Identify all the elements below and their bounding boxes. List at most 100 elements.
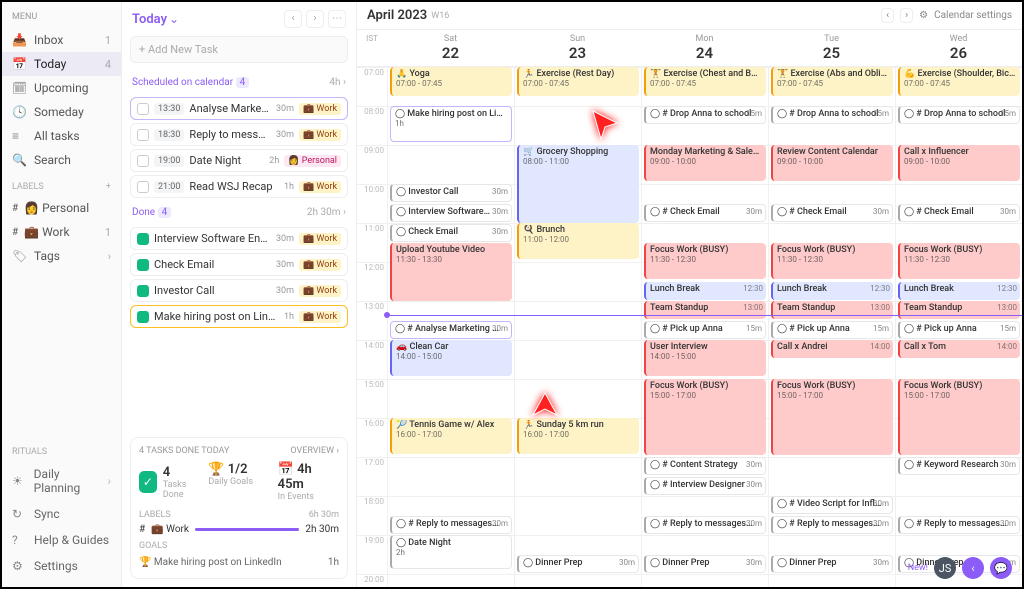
day-column[interactable]: 🙏 Yoga07:00 - 07:45 ◯ Make hiring post on… bbox=[387, 67, 514, 587]
calendar-event[interactable]: ◯ Make hiring post on LinkedIn1h bbox=[390, 106, 512, 142]
calendar-event[interactable]: ◯ # Drop Anna to school15m bbox=[644, 106, 766, 124]
calendar-event[interactable]: 🙏 Yoga07:00 - 07:45 bbox=[390, 67, 512, 96]
sidebar-item-upcoming[interactable]: 🗓Upcoming bbox=[2, 76, 121, 100]
calendar-event[interactable]: Upload Youtube Video11:30 - 13:30 bbox=[390, 243, 512, 301]
task-row[interactable]: 21:00Read WSJ Recap1h💼 Work bbox=[130, 175, 348, 198]
calendar-event[interactable]: ◯ # Pick up Anna15m bbox=[898, 321, 1020, 339]
prev-button[interactable]: ‹ bbox=[284, 10, 302, 28]
done-section[interactable]: Done 42h 30m › bbox=[122, 201, 356, 224]
task-row[interactable]: 13:30Analyse Marketing Reports30m💼 Work bbox=[130, 97, 348, 120]
sidebar-item-someday[interactable]: 🕓Someday bbox=[2, 100, 121, 124]
day-header[interactable]: Wed26 bbox=[895, 34, 1022, 62]
sidebar-item-inbox[interactable]: 📥Inbox1 bbox=[2, 28, 121, 52]
checkbox[interactable] bbox=[137, 181, 149, 193]
calendar-event[interactable]: ◯ # Analyse Marketing …30m bbox=[390, 321, 512, 339]
ritual-help---guides[interactable]: ?Help & Guides bbox=[2, 527, 121, 553]
calendar-event[interactable]: 🏃 Exercise (Rest Day)07:00 - 07:45 bbox=[517, 67, 639, 96]
checkbox[interactable] bbox=[137, 259, 149, 271]
calendar-event[interactable]: 🛒 Grocery Shopping08:00 - 11:00 bbox=[517, 145, 639, 223]
calendar-event[interactable]: ◯ # Check Email30m bbox=[644, 204, 766, 222]
checkbox[interactable] bbox=[137, 311, 149, 323]
checkbox[interactable] bbox=[137, 103, 149, 115]
fab-secondary[interactable]: JS bbox=[934, 557, 956, 579]
cal-next[interactable]: › bbox=[900, 8, 913, 23]
calendar-event[interactable]: ◯ # Reply to messages…30m bbox=[771, 516, 893, 534]
calendar-event[interactable]: Lunch Break12:30 bbox=[898, 282, 1020, 300]
checkbox[interactable] bbox=[137, 129, 149, 141]
calendar-event[interactable]: ◯ # Pick up Anna15m bbox=[644, 321, 766, 339]
task-row[interactable]: Make hiring post on LinkedIn1h💼 Work bbox=[130, 305, 348, 328]
calendar-event[interactable]: ◯ Interview Software…30m bbox=[390, 204, 512, 222]
calendar-event[interactable]: Focus Work (BUSY)11:30 - 12:30 bbox=[898, 243, 1020, 279]
overview-link[interactable]: OVERVIEW › bbox=[290, 446, 339, 456]
calendar-event[interactable]: Call x Andrei14:00 bbox=[771, 340, 893, 358]
calendar-event[interactable]: ◯ # Check Email30m bbox=[771, 204, 893, 222]
label-item[interactable]: #👩 Personal bbox=[2, 196, 121, 220]
calendar-event[interactable]: Team Standup13:00 bbox=[644, 301, 766, 319]
calendar-event[interactable]: ◯ # Interview Designer30m bbox=[644, 477, 766, 495]
calendar-event[interactable]: Call x Tom14:00 bbox=[898, 340, 1020, 358]
sidebar-item-all-tasks[interactable]: ≡All tasks bbox=[2, 124, 121, 148]
calendar-event[interactable]: Lunch Break12:30 bbox=[644, 282, 766, 300]
ritual-sync[interactable]: ↻Sync bbox=[2, 501, 121, 527]
calendar-event[interactable]: 🏋 Exercise (Abs and Obliques)07:00 - 07:… bbox=[771, 67, 893, 96]
day-column[interactable]: 🏋 Exercise (Abs and Obliques)07:00 - 07:… bbox=[768, 67, 895, 587]
fab-nav[interactable]: ‹ bbox=[962, 557, 984, 579]
label-item[interactable]: #💼 Work1 bbox=[2, 220, 121, 244]
day-header[interactable]: Sat22 bbox=[387, 34, 514, 62]
calendar-month[interactable]: April 2023 bbox=[367, 8, 427, 23]
calendar-event[interactable]: ◯ # Pick up Anna15m bbox=[771, 321, 893, 339]
calendar-event[interactable]: ◯ Check Email30m bbox=[390, 224, 512, 242]
tasklist-title[interactable]: Today bbox=[132, 12, 167, 27]
ritual-settings[interactable]: ⚙Settings bbox=[2, 553, 121, 579]
calendar-event[interactable]: Team Standup13:00 bbox=[898, 301, 1020, 319]
calendar-event[interactable]: ◯ # Reply to messages…30m bbox=[390, 516, 512, 534]
day-column[interactable]: 🏋 Exercise (Chest and Back)07:00 - 07:45… bbox=[641, 67, 768, 587]
calendar-event[interactable]: ◯ Dinner Prep30m bbox=[771, 555, 893, 573]
tags-item[interactable]: 🏷Tags› bbox=[2, 244, 121, 268]
day-header[interactable]: Tue25 bbox=[768, 34, 895, 62]
checkbox[interactable] bbox=[137, 233, 149, 245]
calendar-event[interactable]: Focus Work (BUSY)11:30 - 12:30 bbox=[644, 243, 766, 279]
day-header[interactable]: Sun23 bbox=[514, 34, 641, 62]
calendar-event[interactable]: ◯ # Drop Anna to school15m bbox=[898, 106, 1020, 124]
ritual-daily-planning[interactable]: ☀Daily Planning› bbox=[2, 461, 121, 501]
calendar-event[interactable]: ◯ # Keyword Research30m bbox=[898, 457, 1020, 475]
calendar-event[interactable]: Team Standup13:00 bbox=[771, 301, 893, 319]
sidebar-item-search[interactable]: 🔍Search bbox=[2, 148, 121, 172]
next-button[interactable]: › bbox=[306, 10, 324, 28]
calendar-event[interactable]: 🏃 Sunday 5 km run16:00 - 17:00 bbox=[517, 418, 639, 454]
task-row[interactable]: Check Email30m💼 Work bbox=[130, 253, 348, 276]
scheduled-section[interactable]: Scheduled on calendar 44h › bbox=[122, 71, 356, 94]
gear-icon[interactable]: ⚙ bbox=[919, 10, 928, 21]
calendar-event[interactable]: ◯ Dinner Prep30m bbox=[644, 555, 766, 573]
new-badge[interactable]: New! bbox=[908, 563, 928, 573]
calendar-event[interactable]: 🎾 Tennis Game w/ Alex16:00 - 17:00 bbox=[390, 418, 512, 454]
day-column[interactable]: 💪 Exercise (Shoulder, Biceps and Legs)07… bbox=[895, 67, 1022, 587]
calendar-event[interactable]: 💪 Exercise (Shoulder, Biceps and Legs)07… bbox=[898, 67, 1020, 96]
calendar-settings-link[interactable]: Calendar settings bbox=[934, 10, 1012, 21]
task-row[interactable]: 18:30Reply to messages (Slack, Email)30m… bbox=[130, 123, 348, 146]
calendar-event[interactable]: Focus Work (BUSY)11:30 - 12:30 bbox=[771, 243, 893, 279]
calendar-event[interactable]: Focus Work (BUSY)15:00 - 17:00 bbox=[898, 379, 1020, 455]
calendar-event[interactable]: ◯ # Check Email30m bbox=[898, 204, 1020, 222]
calendar-event[interactable]: Focus Work (BUSY)15:00 - 17:00 bbox=[771, 379, 893, 455]
calendar-event[interactable]: ◯ # Drop Anna to school15m bbox=[771, 106, 893, 124]
calendar-event[interactable]: Call x Influencer09:00 - 10:00 bbox=[898, 145, 1020, 181]
calendar-event[interactable]: Monday Marketing & Sales Meeting09:00 - … bbox=[644, 145, 766, 181]
calendar-event[interactable]: ◯ Investor Call30m bbox=[390, 184, 512, 202]
calendar-event[interactable]: Review Content Calendar09:00 - 10:00 bbox=[771, 145, 893, 181]
chevron-down-icon[interactable]: ⌄ bbox=[169, 12, 179, 26]
calendar-event[interactable]: 🏋 Exercise (Chest and Back)07:00 - 07:45 bbox=[644, 67, 766, 96]
calendar-event[interactable]: User Interview14:00 - 15:00 bbox=[644, 340, 766, 376]
more-button[interactable]: ⋯ bbox=[328, 10, 346, 28]
checkbox[interactable] bbox=[137, 155, 149, 167]
calendar-event[interactable]: ◯ Dinner Prep30m bbox=[517, 555, 639, 573]
calendar-event[interactable]: Focus Work (BUSY)15:00 - 17:00 bbox=[644, 379, 766, 455]
day-header[interactable]: Mon24 bbox=[641, 34, 768, 62]
sidebar-item-today[interactable]: 📅Today4 bbox=[2, 52, 121, 76]
calendar-event[interactable]: ◯ # Reply to messages…30m bbox=[898, 516, 1020, 534]
fab-chat[interactable]: 💬 bbox=[990, 557, 1012, 579]
calendar-event[interactable]: Lunch Break12:30 bbox=[771, 282, 893, 300]
task-row[interactable]: Interview Software Engineer30m💼 Work bbox=[130, 227, 348, 250]
